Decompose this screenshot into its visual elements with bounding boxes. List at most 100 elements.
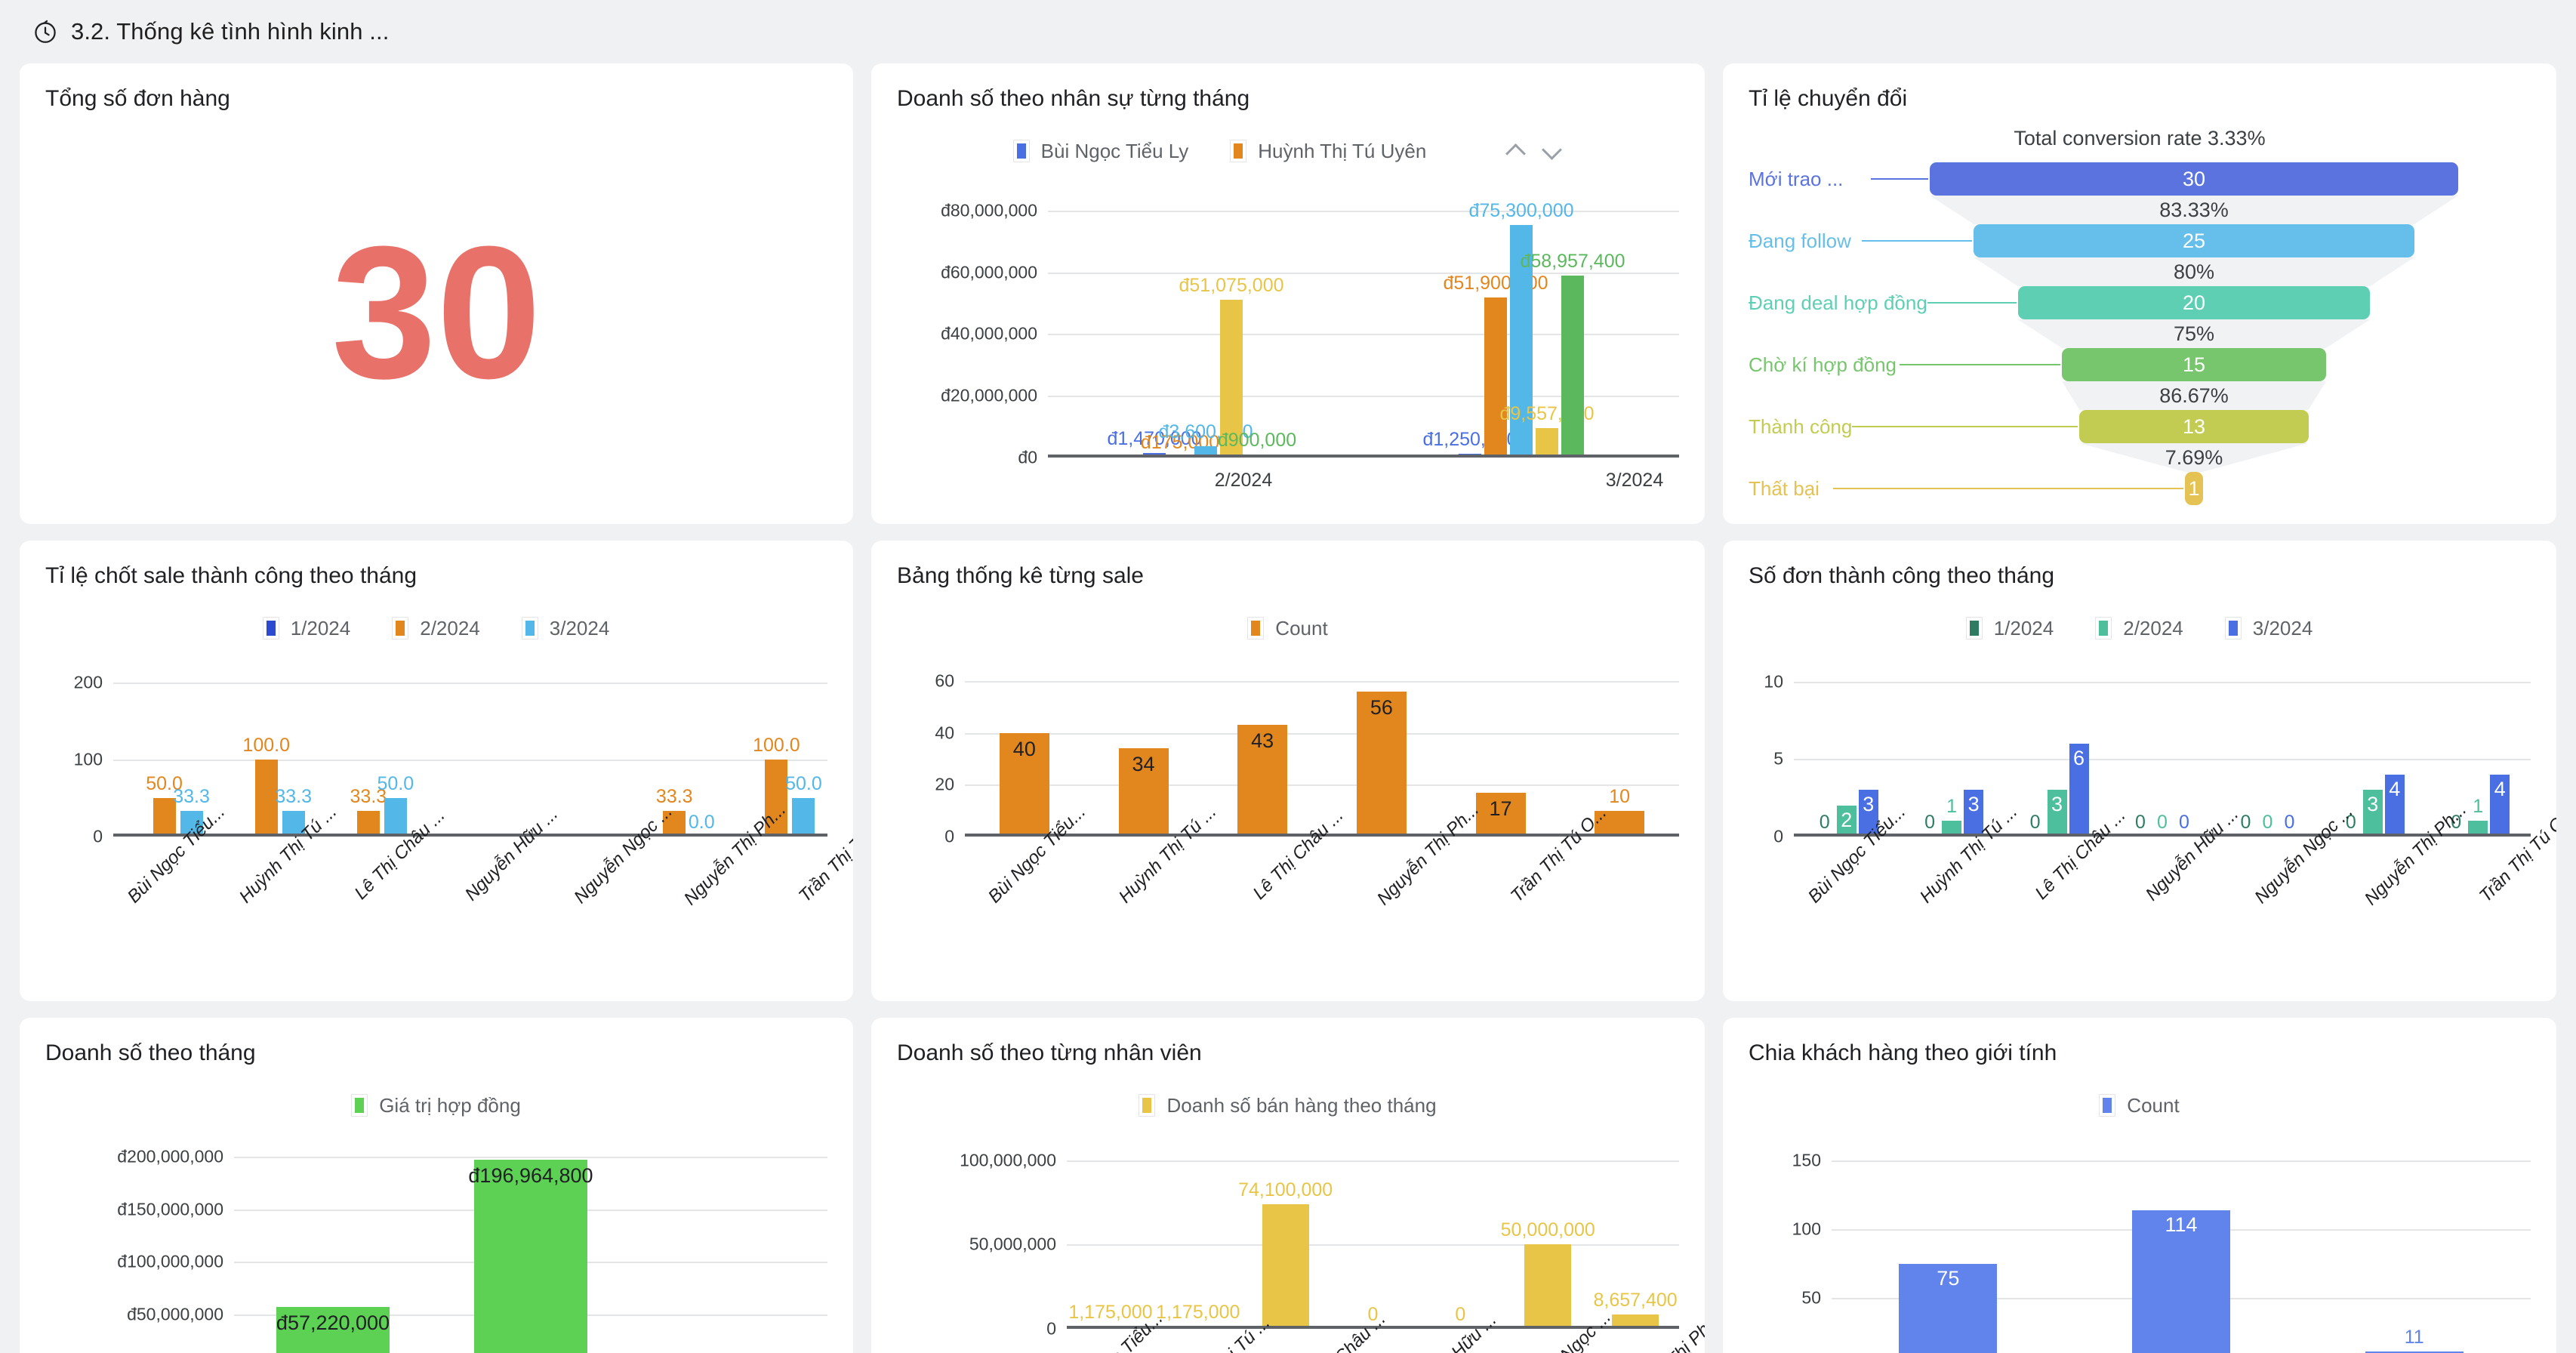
funnel-stage[interactable]: Đang follow 25	[1749, 224, 2531, 257]
chart-legend[interactable]: Count	[1749, 1090, 2531, 1120]
legend-item[interactable]: Count	[2099, 1094, 2180, 1117]
bar-value-label: 0.0	[688, 812, 715, 833]
bar-value-label: 33.3	[275, 785, 313, 807]
bar[interactable]: 50.0	[785, 773, 822, 837]
bar[interactable]: 4	[2384, 774, 2405, 837]
funnel-value: 1	[2188, 476, 2200, 500]
funnel-stage[interactable]: Thành công 13	[1749, 410, 2531, 443]
legend-item[interactable]: 3/2024	[2224, 617, 2313, 640]
x-tick: hị Châu ...	[1290, 1308, 1402, 1353]
x-tick: n Thị Ph...	[1625, 1308, 1705, 1353]
bar[interactable]: 114	[2132, 1210, 2230, 1353]
chart-legend[interactable]: Giá trị hợp đồng	[45, 1090, 827, 1120]
chevron-down-icon[interactable]	[1542, 141, 1562, 161]
legend-swatch	[521, 617, 538, 640]
bar-value-label: 0	[2029, 812, 2041, 833]
chart-legend[interactable]: 1/2024 2/2024 3/2024	[45, 613, 827, 643]
card-ti-le-chot-sale[interactable]: Tỉ lệ chốt sale thành công theo tháng 1/…	[20, 541, 853, 1001]
y-tick-label: 0	[1046, 1318, 1056, 1339]
bar[interactable]: đ196,964,800	[468, 1160, 593, 1353]
bar[interactable]: đ58,957,400	[1520, 251, 1625, 458]
bar[interactable]: 6	[2069, 743, 2089, 837]
card-so-don-thanh-cong[interactable]: Số đơn thành công theo tháng 1/2024 2/202…	[1723, 541, 2556, 1001]
bar[interactable]: 50.0	[377, 773, 414, 837]
funnel-stage[interactable]: Đang deal hợp đồng 20	[1749, 286, 2531, 319]
legend-item[interactable]: 2/2024	[2095, 617, 2183, 640]
legend-item[interactable]: Giá trị hợp đồng	[351, 1094, 521, 1117]
bar[interactable]: 4	[2490, 774, 2510, 837]
bar-value-label: 1,175,000	[1156, 1302, 1240, 1324]
bar-group: 0	[1416, 1140, 1504, 1329]
x-axis-labels: Bùi Ngọc Tiểu... Huỳnh Thị Tú ... Lê Thị C…	[965, 800, 1705, 941]
bar[interactable]: 34	[1118, 748, 1169, 837]
bar[interactable]: 100.0	[242, 735, 290, 837]
bar[interactable]: 3	[2047, 790, 2067, 837]
legend-item[interactable]: 1/2024	[1965, 617, 2054, 640]
bar[interactable]: 50.0	[146, 773, 183, 837]
bar-group: 014	[2426, 663, 2531, 837]
chart-legend[interactable]: Count	[897, 613, 1679, 643]
card-bang-thong-ke-tung-sale[interactable]: Bảng thống kê từng sale Count 0 20 40 60 40 3…	[871, 541, 1705, 1001]
x-tick: Lê Thị Châu ...	[1225, 805, 1356, 941]
funnel-stage[interactable]: Mới trao ... 30	[1749, 162, 2531, 196]
bar[interactable]: 50,000,000	[1501, 1219, 1595, 1329]
x-tick: Nguyễn Ngọc ...	[2241, 801, 2357, 941]
funnel-bar[interactable]: 13	[2079, 410, 2309, 443]
funnel-bar[interactable]: 15	[2062, 348, 2326, 381]
funnel-stage[interactable]: Chờ kí hợp đồng 15	[1749, 348, 2531, 381]
bar-value-label: 4	[2494, 777, 2506, 800]
chart-legend[interactable]: Doanh số bán hàng theo tháng	[897, 1090, 1679, 1120]
legend-label: Bùi Ngọc Tiểu Ly	[1040, 139, 1189, 162]
legend-item[interactable]: Count	[1247, 617, 1328, 640]
card-doanh-so-theo-thang[interactable]: Doanh số theo tháng Giá trị hợp đồng đ50…	[20, 1018, 853, 1353]
legend-item[interactable]: 1/2024	[262, 617, 350, 640]
chart-plot: đ0 đ20,000,000 đ40,000,000 đ60,000,000 đ80,0…	[897, 186, 1679, 467]
chart-legend[interactable]: Bùi Ngọc Tiểu Ly Huỳnh Thị Tú Uyên	[897, 136, 1679, 166]
bar[interactable]: 75	[1899, 1263, 1998, 1353]
bar[interactable]: 56	[1356, 691, 1407, 837]
bar[interactable]: 33.3	[350, 786, 387, 837]
legend-item[interactable]: Huỳnh Thị Tú Uyên	[1230, 140, 1426, 163]
bar[interactable]: đ9,557,400	[1499, 403, 1595, 458]
funnel-bar[interactable]: 20	[2017, 286, 2371, 319]
card-ti-le-chuyen-doi[interactable]: Tỉ lệ chuyển đổi Total conversion rate 3…	[1723, 63, 2556, 524]
bar-value-label: 1	[2473, 796, 2484, 818]
legend-item[interactable]: 2/2024	[392, 617, 480, 640]
y-tick-label: 10	[1764, 671, 1783, 692]
legend-item[interactable]: Bùi Ngọc Tiểu Ly	[1012, 139, 1189, 163]
legend-pager[interactable]	[1506, 141, 1562, 161]
bar-value-label: 0	[1455, 1304, 1466, 1325]
bar[interactable]: đ51,900,000	[1443, 273, 1548, 458]
card-doanh-so-tung-nhan-vien[interactable]: Doanh số theo từng nhân viên Doanh số bá…	[871, 1018, 1705, 1353]
y-tick-label: đ60,000,000	[941, 262, 1037, 282]
bar-value-label: 0	[2135, 812, 2146, 833]
bar[interactable]: 74,100,000	[1238, 1179, 1333, 1329]
card-doanh-so-nhan-su[interactable]: Doanh số theo nhân sự từng tháng Bùi Ngọ…	[871, 63, 1705, 524]
bar-value-label: đ57,220,000	[276, 1311, 390, 1334]
x-tick: Nguyễn Thị Ph...	[1356, 800, 1487, 941]
bar[interactable]: 43	[1237, 725, 1288, 837]
y-tick-label: 100,000,000	[960, 1150, 1056, 1170]
card-tong-so-don-hang[interactable]: Tổng số đơn hàng 30	[20, 63, 853, 524]
bar-value-label: 0	[2179, 812, 2189, 833]
chart-legend[interactable]: 1/2024 2/2024 3/2024	[1749, 613, 2531, 643]
page-title: 3.2. Thống kê tình hình kinh ...	[71, 18, 390, 45]
bar[interactable]: đ57,220,000	[276, 1306, 390, 1353]
bar-value-label: 75	[1937, 1266, 1960, 1290]
bar-value-label: 0	[2157, 812, 2168, 833]
funnel-stage[interactable]: Thất bại 1	[1749, 472, 2531, 505]
x-tick: Nguyễn Hữu ...	[448, 804, 562, 941]
x-tick: ễn Ngọc ...	[1514, 1307, 1625, 1353]
card-chia-khach-hang-gioi-tinh[interactable]: Chia khách hàng theo giới tính Count 50 1…	[1723, 1018, 2556, 1353]
y-tick-label: 50,000,000	[969, 1234, 1056, 1254]
funnel-gap: 75%	[1749, 319, 2531, 348]
chevron-up-icon[interactable]	[1506, 141, 1526, 161]
bar[interactable]: 40	[999, 732, 1049, 837]
legend-item[interactable]: Doanh số bán hàng theo tháng	[1139, 1094, 1437, 1117]
funnel-bar[interactable]: 30	[1930, 162, 2458, 196]
bar[interactable]: 2	[1836, 805, 1857, 837]
legend-item[interactable]: 3/2024	[521, 617, 609, 640]
funnel-bar[interactable]: 25	[1974, 224, 2414, 257]
bar[interactable]: 3	[2362, 790, 2383, 837]
funnel-bar[interactable]: 1	[2185, 472, 2203, 505]
